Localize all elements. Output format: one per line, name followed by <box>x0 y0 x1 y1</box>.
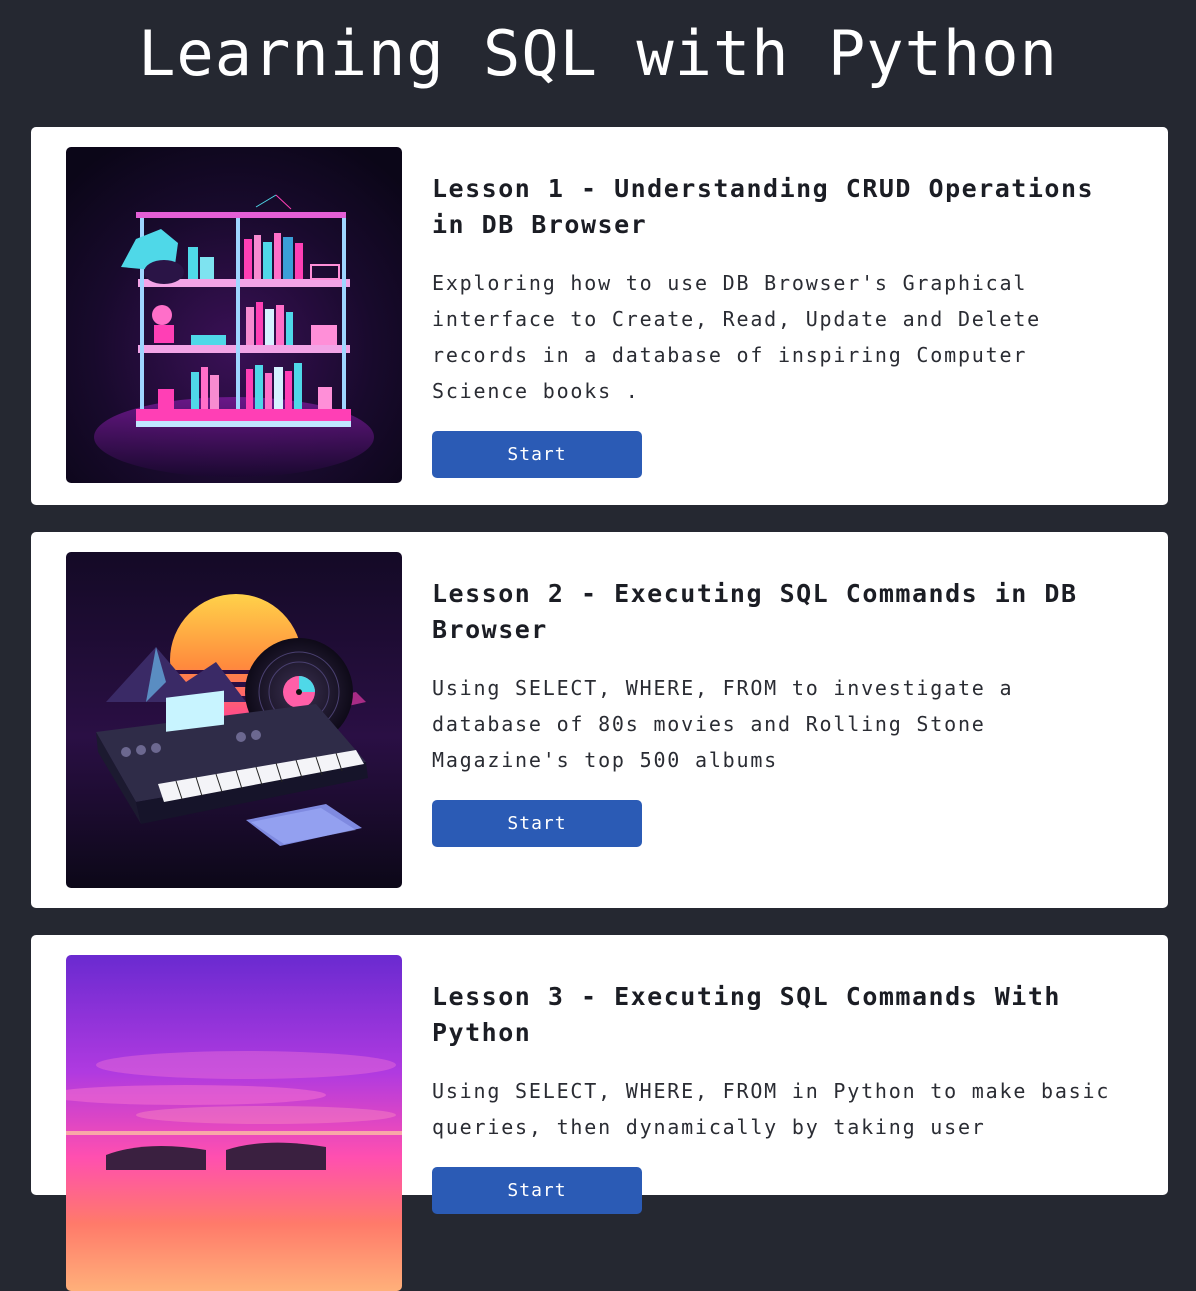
start-button[interactable]: Start <box>432 1167 642 1214</box>
lesson-description: Using SELECT, WHERE, FROM to investigate… <box>432 676 1014 772</box>
lesson-title: Lesson 3 - Executing SQL Commands With P… <box>432 982 1061 1047</box>
lesson-card-3: Lesson 3 - Executing SQL Commands With P… <box>31 935 1168 1291</box>
bookshelf-illustration-icon <box>66 147 402 483</box>
lesson-card-body: Lesson 3 - Executing SQL Commands With P… <box>432 979 1132 1214</box>
lesson-card-2: Lesson 2 - Executing SQL Commands in DB … <box>31 532 1168 908</box>
lesson-card-1: Lesson 1 - Understanding CRUD Operations… <box>31 127 1168 505</box>
lesson-title: Lesson 1 - Understanding CRUD Operations… <box>432 174 1095 239</box>
start-button[interactable]: Start <box>432 800 642 847</box>
lesson-description: Using SELECT, WHERE, FROM in Python to m… <box>432 1079 1111 1139</box>
lesson-description: Exploring how to use DB Browser's Graphi… <box>432 271 1042 403</box>
sunset-cars-illustration-icon <box>66 955 402 1291</box>
lesson-title: Lesson 2 - Executing SQL Commands in DB … <box>432 579 1078 644</box>
synthesizer-vinyl-illustration-icon <box>66 552 402 888</box>
lesson-card-body: Lesson 2 - Executing SQL Commands in DB … <box>432 576 1132 847</box>
lesson-card-body: Lesson 1 - Understanding CRUD Operations… <box>432 171 1132 478</box>
page-title: Learning SQL with Python <box>138 17 1058 90</box>
start-button[interactable]: Start <box>432 431 642 478</box>
